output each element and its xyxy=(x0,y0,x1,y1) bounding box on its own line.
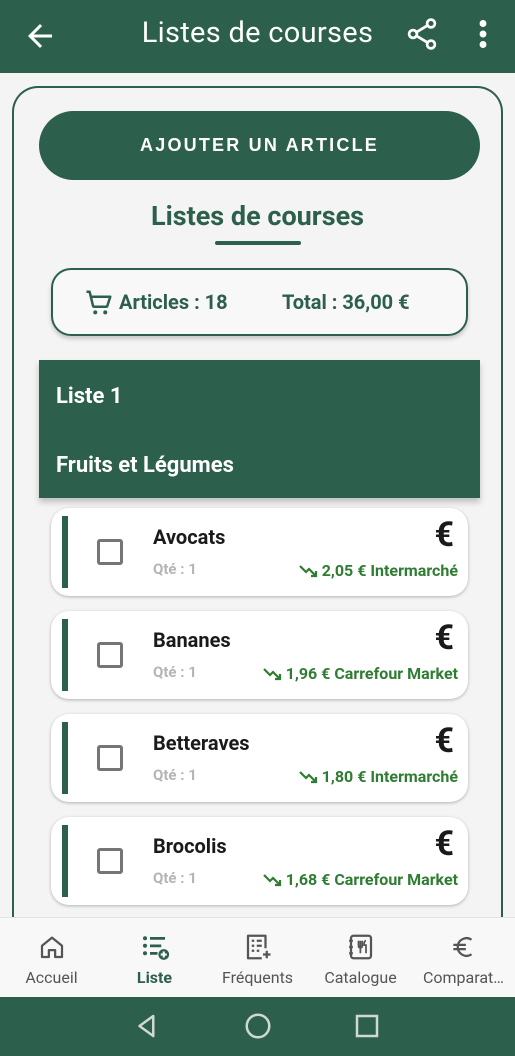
system-recents-icon[interactable] xyxy=(352,1011,382,1041)
nav-item-accueil[interactable]: Accueil xyxy=(0,918,103,998)
item-price: 2,05 € Intermarché xyxy=(298,561,458,580)
item-checkbox[interactable] xyxy=(97,745,123,771)
nav-label: Catalogue xyxy=(324,968,397,987)
item-price-text: 1,68 € Carrefour Market xyxy=(285,870,458,889)
system-navigation-bar xyxy=(0,997,515,1056)
list-item[interactable]: Avocats Qté : 1 € 2,05 € Intermarché xyxy=(51,508,468,596)
share-icon[interactable] xyxy=(404,16,440,52)
euro-icon[interactable]: € xyxy=(434,724,454,758)
nav-label: Comparat… xyxy=(422,968,504,987)
item-price: 1,80 € Intermarché xyxy=(298,767,458,786)
trend-down-icon xyxy=(298,770,317,783)
item-quantity: Qté : 1 xyxy=(153,560,197,578)
item-price-text: 1,80 € Intermarché xyxy=(321,767,458,786)
item-quantity: Qté : 1 xyxy=(153,663,197,681)
item-stripe xyxy=(62,619,68,691)
bottom-navigation: Accueil Liste Fréquents Catalogue Compar… xyxy=(0,917,515,997)
item-name: Betteraves xyxy=(153,731,250,755)
euro-icon[interactable]: € xyxy=(434,518,454,552)
item-name: Bananes xyxy=(153,628,231,652)
more-vertical-icon[interactable] xyxy=(468,16,498,52)
nav-item-frequents[interactable]: Fréquents xyxy=(206,918,309,998)
item-price-text: 2,05 € Intermarché xyxy=(321,561,458,580)
articles-count: Articles : 18 xyxy=(119,290,228,314)
frequent-list-icon xyxy=(246,934,270,960)
item-quantity: Qté : 1 xyxy=(153,869,197,887)
item-checkbox[interactable] xyxy=(97,642,123,668)
section-title: Listes de courses xyxy=(150,200,365,232)
euro-icon xyxy=(452,937,472,957)
system-back-icon[interactable] xyxy=(132,1011,162,1041)
item-stripe xyxy=(62,825,68,897)
list-add-icon xyxy=(142,936,169,960)
cart-icon xyxy=(86,290,112,315)
list-item[interactable]: Brocolis Qté : 1 € 1,68 € Carrefour Mark… xyxy=(51,817,468,905)
item-checkbox[interactable] xyxy=(97,848,123,874)
item-stripe xyxy=(62,516,68,588)
shopping-list-panel: AJOUTER UN ARTICLE Listes de courses Art… xyxy=(12,86,503,956)
item-checkbox[interactable] xyxy=(97,539,123,565)
item-name: Avocats xyxy=(153,525,226,549)
nav-item-catalogue[interactable]: Catalogue xyxy=(309,918,412,998)
list-item[interactable]: Bananes Qté : 1 € 1,96 € Carrefour Marke… xyxy=(51,611,468,699)
trend-down-icon xyxy=(262,873,281,886)
item-price: 1,68 € Carrefour Market xyxy=(262,870,458,889)
section-underline xyxy=(215,241,301,245)
home-icon xyxy=(40,936,63,959)
nav-label: Accueil xyxy=(25,968,78,987)
trend-down-icon xyxy=(298,564,317,577)
item-stripe xyxy=(62,722,68,794)
item-price-text: 1,96 € Carrefour Market xyxy=(285,664,458,683)
euro-icon[interactable]: € xyxy=(434,621,454,655)
total-amount: Total : 36,00 € xyxy=(282,290,410,314)
summary-card: Articles : 18 Total : 36,00 € xyxy=(51,268,468,336)
list-item[interactable]: Betteraves Qté : 1 € 1,80 € Intermarché xyxy=(51,714,468,802)
trend-down-icon xyxy=(262,667,281,680)
list-group-header: Liste 1 Fruits et Légumes xyxy=(39,360,480,498)
item-quantity: Qté : 1 xyxy=(153,766,197,784)
nav-label: Liste xyxy=(136,968,173,987)
nav-item-comparateur[interactable]: Comparat… xyxy=(412,918,515,998)
item-price: 1,96 € Carrefour Market xyxy=(262,664,458,683)
list-name: Liste 1 xyxy=(56,384,123,409)
system-home-icon[interactable] xyxy=(243,1011,273,1041)
catalogue-icon xyxy=(348,934,372,960)
nav-label: Fréquents xyxy=(221,968,294,987)
nav-item-liste[interactable]: Liste xyxy=(103,918,206,998)
add-article-button[interactable]: AJOUTER UN ARTICLE xyxy=(39,111,480,180)
app-bar: Listes de courses xyxy=(0,0,515,73)
item-name: Brocolis xyxy=(153,834,227,858)
category-name: Fruits et Légumes xyxy=(56,453,234,478)
euro-icon[interactable]: € xyxy=(434,827,454,861)
